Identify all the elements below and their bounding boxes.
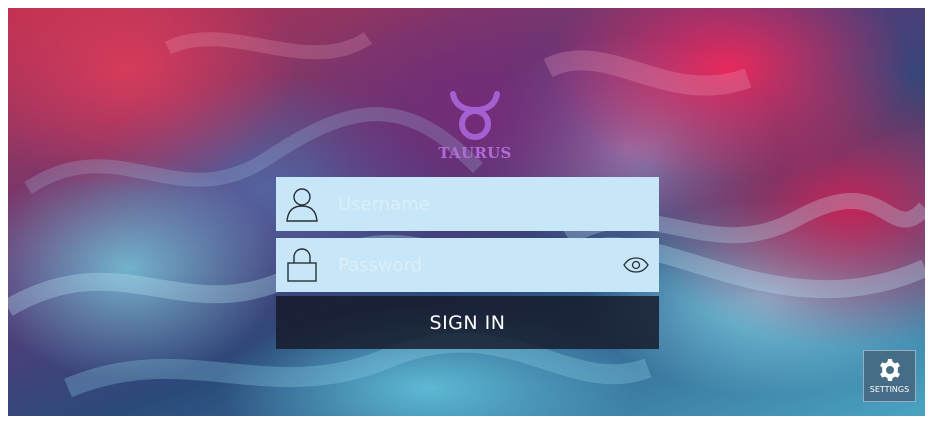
settings-button[interactable]: SETTINGS: [863, 350, 916, 402]
taurus-symbol-icon: [450, 91, 500, 140]
gear-icon: [879, 359, 900, 381]
show-password-eye-icon[interactable]: [613, 238, 659, 292]
user-icon: [276, 177, 328, 231]
lock-icon: [276, 238, 328, 292]
app-logo: TAURUS: [432, 86, 518, 170]
password-field[interactable]: [276, 238, 659, 292]
password-input[interactable]: [328, 240, 613, 290]
username-input[interactable]: [328, 179, 659, 229]
app-name: TAURUS: [438, 144, 512, 162]
settings-label: SETTINGS: [869, 385, 910, 394]
sign-in-button[interactable]: SIGN IN: [276, 296, 659, 349]
username-field[interactable]: [276, 177, 659, 231]
